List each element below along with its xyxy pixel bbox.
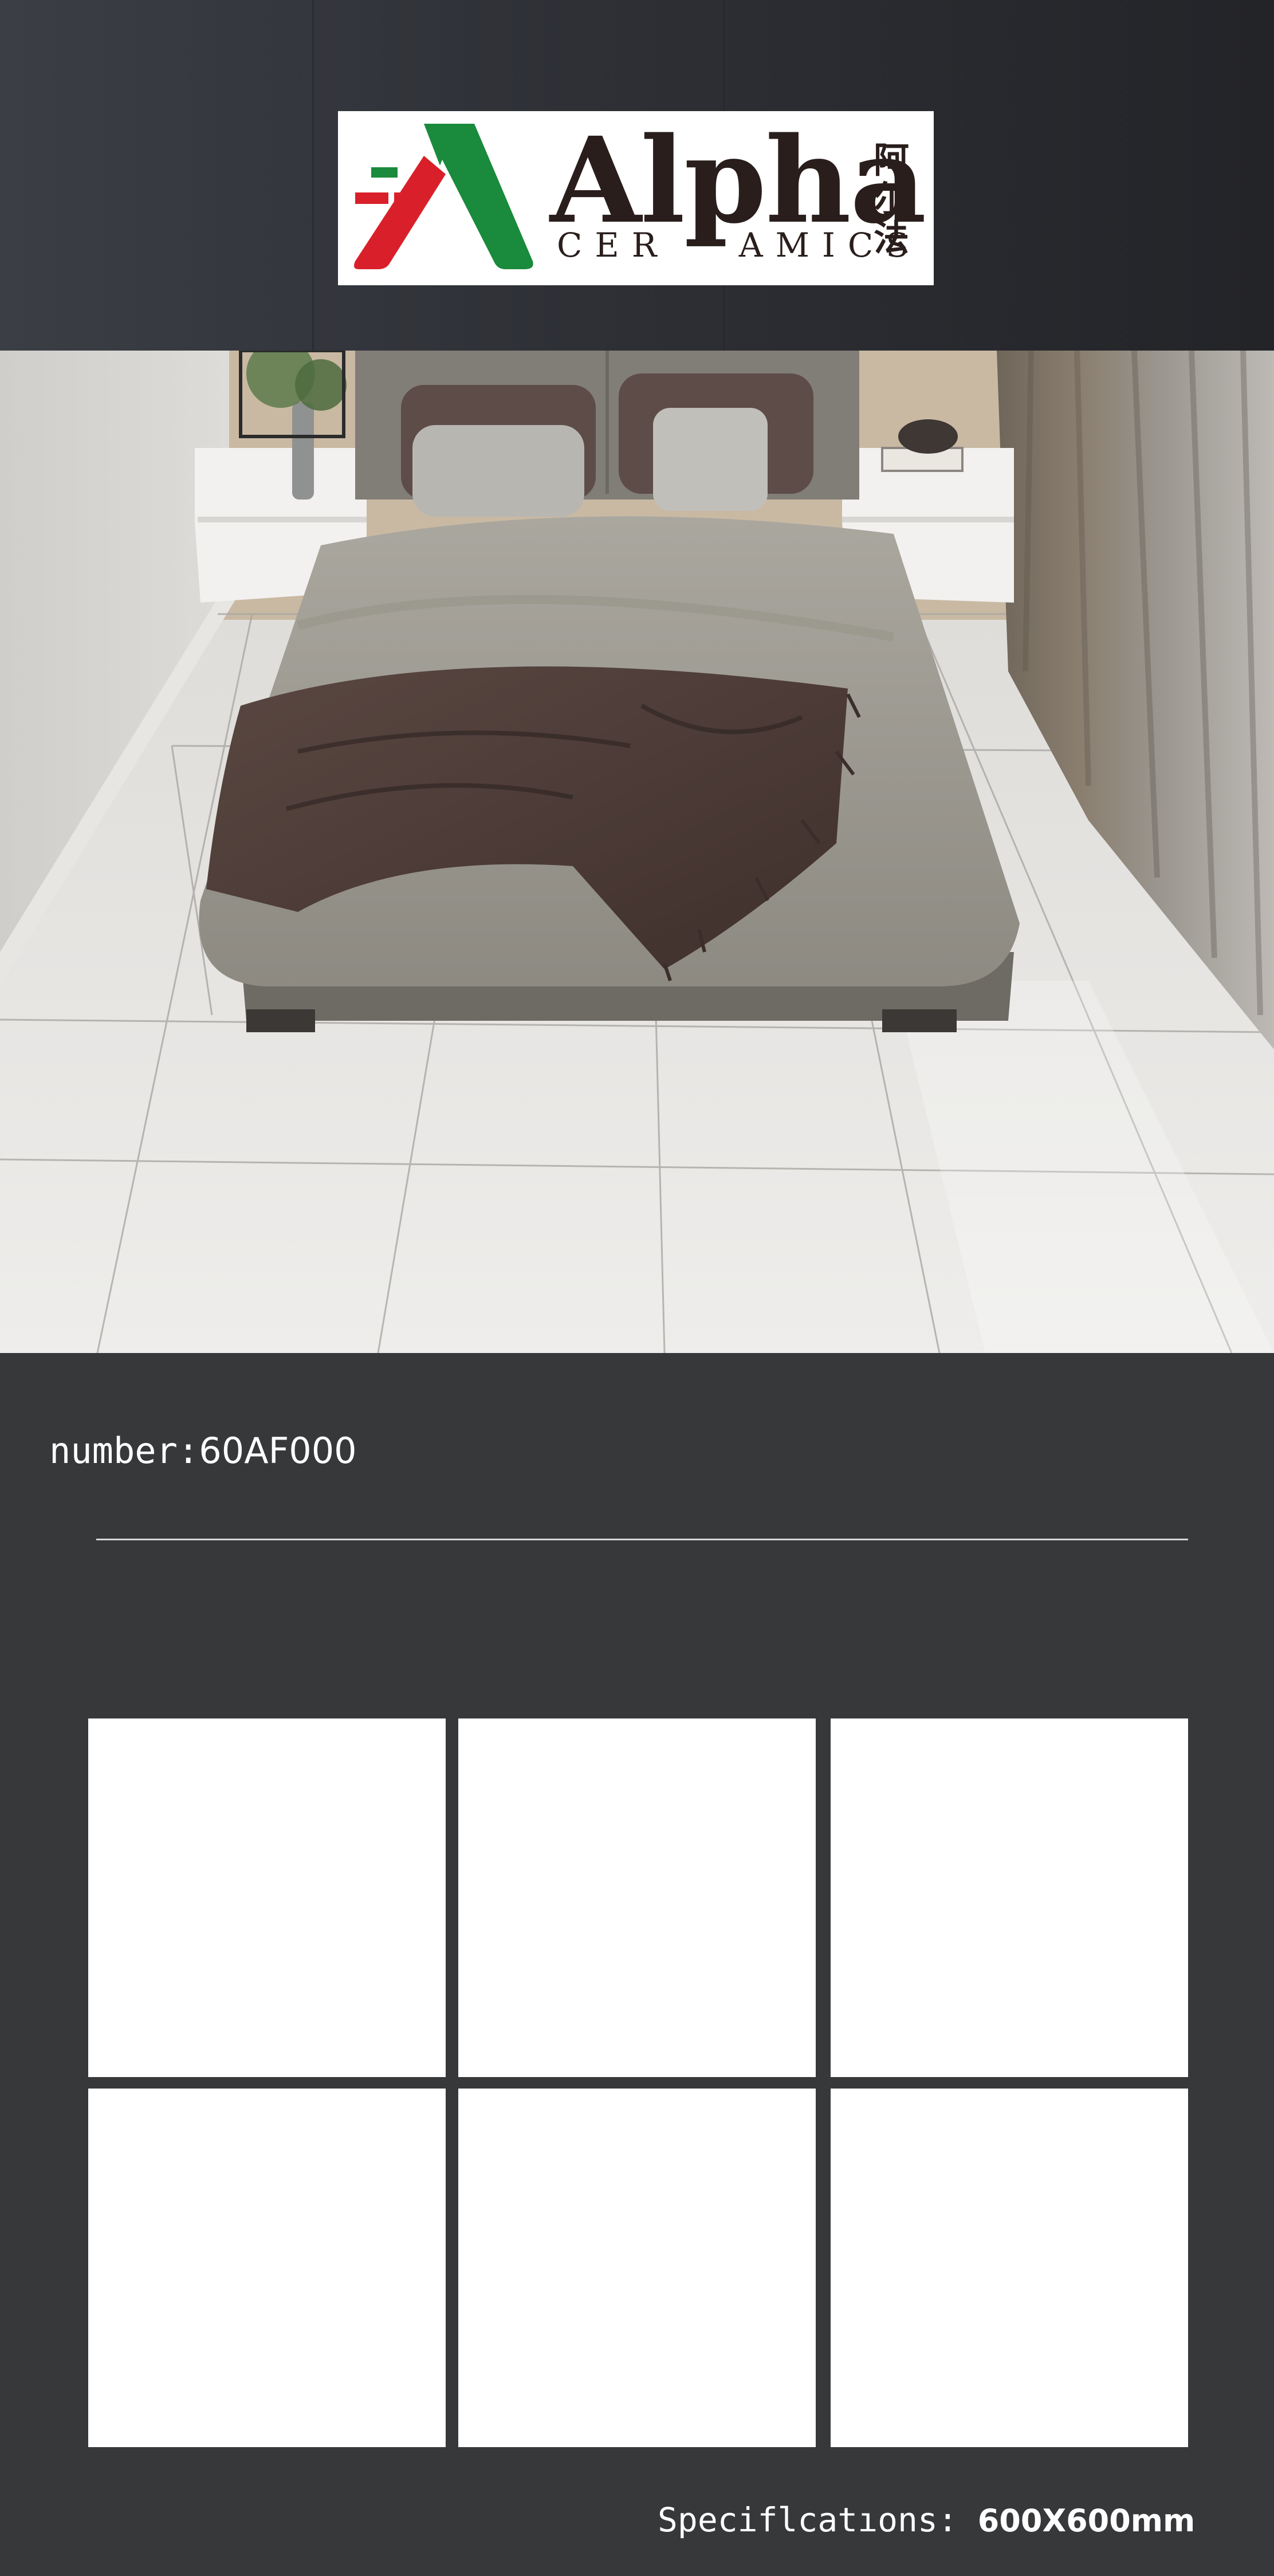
wall-panel-seam [312, 0, 314, 351]
tile-swatch [88, 2089, 446, 2447]
tile-swatch [831, 1718, 1188, 2077]
spec-value: 600X600mm [977, 2503, 1196, 2539]
tile-swatch [458, 2089, 816, 2447]
spec-label: Speciflcatıons: [658, 2500, 958, 2539]
product-page: Alpha CER AMICS 阿尔法 number:60AF000 Speci… [0, 0, 1274, 2576]
product-number: number:60AF000 [49, 1431, 357, 1471]
tile-swatch-grid [88, 1718, 1188, 2447]
product-number-value: 60AF000 [199, 1430, 357, 1472]
divider [96, 1539, 1188, 1540]
brand-logo: Alpha CER AMICS 阿尔法 [338, 111, 934, 285]
logo-chinese: 阿尔法 [874, 139, 910, 259]
product-number-label: number: [49, 1430, 199, 1472]
header: Alpha CER AMICS 阿尔法 [0, 0, 1274, 351]
specification: Speciflcatıons: 600X600mm [658, 2500, 1195, 2540]
tile-swatch [831, 2089, 1188, 2447]
logo-subtitle: CER AMICS [557, 226, 921, 265]
tile-swatch [88, 1718, 446, 2077]
tile-swatch [458, 1718, 816, 2077]
room-render-image [0, 351, 1274, 1353]
logo-wordmark: Alpha [550, 111, 926, 250]
